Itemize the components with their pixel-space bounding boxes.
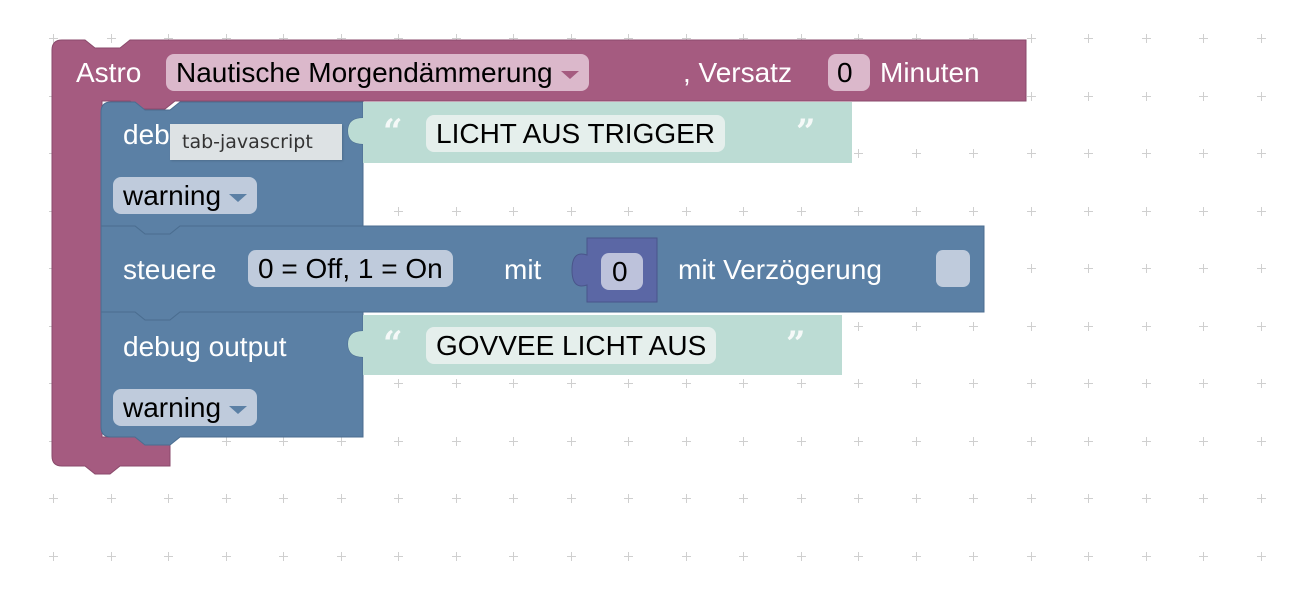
open-quote-icon: “: [383, 324, 403, 364]
blockly-workspace[interactable]: Astro Nautische Morgendämmerung , Versat…: [0, 0, 1310, 606]
tooltip: tab-javascript: [170, 124, 342, 160]
text-value-field[interactable]: GOVVEE LICHT AUS: [426, 327, 717, 364]
text-block-2-shape[interactable]: [0, 0, 1310, 606]
close-quote-icon: ”: [786, 324, 806, 364]
